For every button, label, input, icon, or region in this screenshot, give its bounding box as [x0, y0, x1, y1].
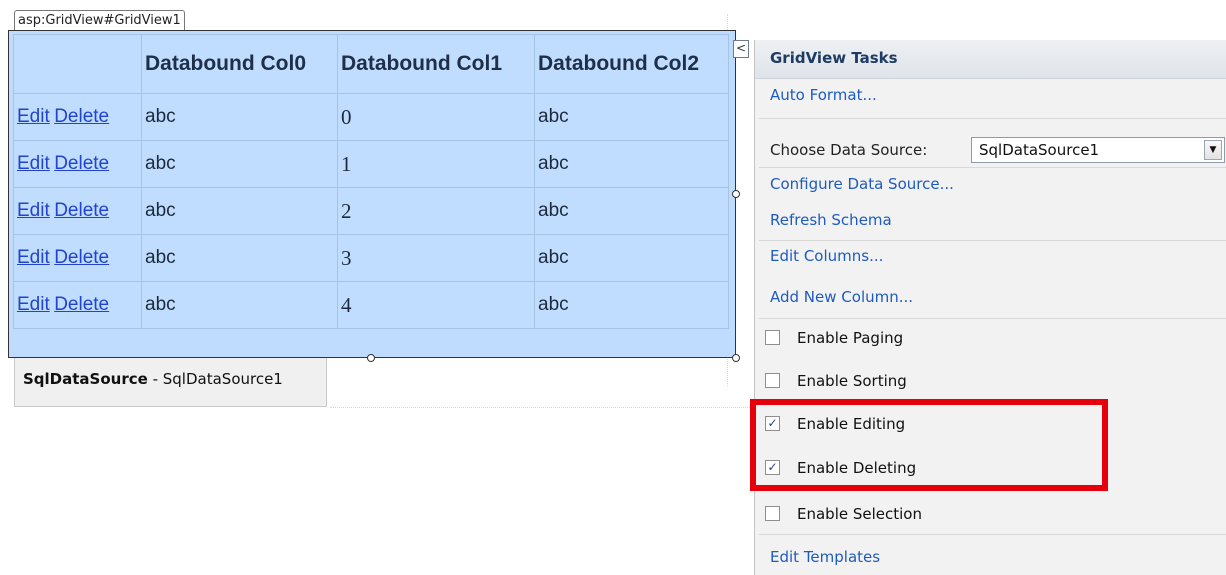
resize-handle-bottom[interactable] [367, 354, 375, 362]
checkbox-label: Enable Selection [797, 505, 922, 523]
gridview-tasks-panel: GridView Tasks Auto Format... Choose Dat… [754, 40, 1226, 575]
cell-col2: abc [534, 93, 729, 141]
cell-col1: 1 [337, 140, 535, 188]
divider [759, 240, 1226, 241]
cell-col2-value: abc [538, 200, 569, 221]
command-cell: Edit Delete [13, 140, 142, 188]
edit-columns-link[interactable]: Edit Columns... [770, 247, 883, 265]
table-row: Edit Delete abc 0 abc [13, 93, 729, 141]
cell-col0-value: abc [145, 106, 176, 127]
command-cell: Edit Delete [13, 281, 142, 329]
edit-link[interactable]: Edit [17, 153, 50, 174]
header-cell-col2: Databound Col2 [534, 34, 729, 94]
checkmark-icon: ✓ [765, 460, 780, 475]
edit-templates-link[interactable]: Edit Templates [770, 548, 880, 566]
cell-col0-value: abc [145, 294, 176, 315]
add-new-column-link[interactable]: Add New Column... [770, 288, 913, 306]
table-row: Edit Delete abc 1 abc [13, 140, 729, 188]
sqldatasource-control[interactable]: SqlDataSource - SqlDataSource1 [14, 358, 327, 407]
auto-format-link[interactable]: Auto Format... [770, 86, 877, 104]
cell-col2-value: abc [538, 247, 569, 268]
cell-col1-value: 2 [341, 198, 352, 223]
checkbox-box [765, 506, 780, 521]
cell-col1: 4 [337, 281, 535, 329]
cell-col0-value: abc [145, 153, 176, 174]
cell-col0: abc [141, 187, 338, 235]
checkbox-box [765, 373, 780, 388]
cell-col1: 0 [337, 93, 535, 141]
sqldatasource-name: SqlDataSource1 [162, 370, 283, 388]
cell-col2-value: abc [538, 106, 569, 127]
cell-col2: abc [534, 234, 729, 282]
cell-col2-value: abc [538, 153, 569, 174]
delete-link[interactable]: Delete [54, 106, 109, 127]
cell-col0-value: abc [145, 247, 176, 268]
cell-col2-value: abc [538, 294, 569, 315]
command-cell: Edit Delete [13, 187, 142, 235]
sqldatasource-separator: - [147, 370, 163, 388]
data-source-value: SqlDataSource1 [979, 141, 1100, 159]
cell-col2: abc [534, 187, 729, 235]
cell-col0-value: abc [145, 200, 176, 221]
cell-col0: abc [141, 234, 338, 282]
table-row: Edit Delete abc 4 abc [13, 281, 729, 329]
cell-col1: 2 [337, 187, 535, 235]
sqldatasource-type: SqlDataSource [23, 370, 148, 388]
header-cell-commands [13, 34, 142, 94]
configure-data-source-link[interactable]: Configure Data Source... [770, 175, 954, 193]
edit-link[interactable]: Edit [17, 200, 50, 221]
divider [759, 534, 1226, 535]
edit-link[interactable]: Edit [17, 106, 50, 127]
cell-col2: abc [534, 140, 729, 188]
tasks-panel-title: GridView Tasks [755, 40, 1226, 79]
divider [759, 118, 1226, 119]
checkbox-label: Enable Deleting [797, 459, 917, 477]
delete-link[interactable]: Delete [54, 153, 109, 174]
cell-col0: abc [141, 93, 338, 141]
header-cell-col0: Databound Col0 [141, 34, 338, 94]
table-row: Edit Delete abc 2 abc [13, 187, 729, 235]
control-tag: asp:GridView#GridView1 [14, 10, 185, 30]
chevron-down-icon: ▼ [1204, 140, 1222, 160]
delete-link[interactable]: Delete [54, 247, 109, 268]
header-row: Databound Col0 Databound Col1 Databound … [13, 34, 729, 94]
checkbox-box [765, 330, 780, 345]
checkmark-icon: ✓ [765, 416, 780, 431]
resize-handle-corner[interactable] [732, 354, 740, 362]
cell-col1: 3 [337, 234, 535, 282]
cell-col1-value: 4 [341, 292, 352, 317]
checkbox-label: Enable Paging [797, 329, 904, 347]
edit-link[interactable]: Edit [17, 247, 50, 268]
choose-data-source-label: Choose Data Source: [770, 141, 928, 159]
delete-link[interactable]: Delete [54, 294, 109, 315]
data-source-dropdown[interactable]: SqlDataSource1 ▼ [971, 137, 1225, 163]
resize-handle-right[interactable] [732, 190, 740, 198]
divider [759, 318, 1226, 319]
refresh-schema-link[interactable]: Refresh Schema [770, 211, 892, 229]
checkbox-label: Enable Sorting [797, 372, 907, 390]
header-cell-col1: Databound Col1 [337, 34, 535, 94]
cell-col0: abc [141, 281, 338, 329]
checkbox-label: Enable Editing [797, 415, 906, 433]
edit-link[interactable]: Edit [17, 294, 50, 315]
command-cell: Edit Delete [13, 93, 142, 141]
cell-col1-value: 1 [341, 151, 352, 176]
gridview-table: Databound Col0 Databound Col1 Databound … [13, 34, 729, 329]
gridview-control[interactable]: Databound Col0 Databound Col1 Databound … [8, 30, 736, 358]
cell-col0: abc [141, 140, 338, 188]
table-row: Edit Delete abc 3 abc [13, 234, 729, 282]
cell-col1-value: 3 [341, 245, 352, 270]
delete-link[interactable]: Delete [54, 200, 109, 221]
command-cell: Edit Delete [13, 234, 142, 282]
divider [759, 167, 1226, 168]
smart-tag-collapse-button[interactable]: < [733, 40, 749, 58]
cell-col2: abc [534, 281, 729, 329]
design-guide-horizontal [330, 407, 750, 408]
cell-col1-value: 0 [341, 104, 352, 129]
